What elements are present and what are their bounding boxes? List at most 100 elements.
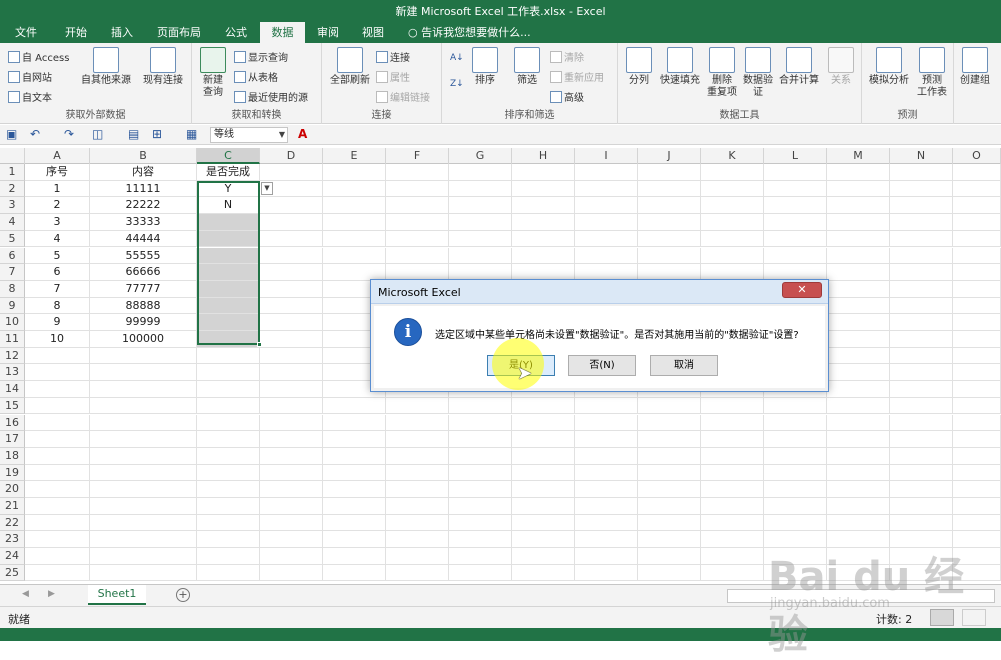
remove-duplicates-button[interactable]: 删除 重复项 [704,47,740,99]
cell[interactable] [953,397,1001,415]
column-header[interactable]: K [701,148,764,164]
cell[interactable] [386,197,449,215]
cell[interactable] [197,297,260,315]
what-if-analysis-button[interactable]: 模拟分析 [866,47,912,87]
cell[interactable] [701,180,764,198]
cell[interactable] [890,414,953,432]
sort-descending-icon[interactable]: Z↓ [450,79,464,89]
cell[interactable] [90,531,197,549]
cell[interactable] [701,514,764,532]
cell[interactable] [386,531,449,549]
cell[interactable] [512,414,575,432]
cell[interactable] [197,230,260,248]
cell[interactable] [764,447,827,465]
cell[interactable] [575,180,638,198]
cell[interactable] [764,498,827,515]
cell[interactable] [764,397,827,415]
cell[interactable] [323,164,386,181]
cell[interactable] [90,498,197,515]
cell[interactable] [260,280,323,298]
row-header[interactable]: 19 [0,464,25,482]
cell[interactable] [575,197,638,215]
cell[interactable] [197,514,260,532]
cell[interactable] [827,247,890,265]
column-header[interactable]: M [827,148,890,164]
cell[interactable] [323,230,386,248]
cell[interactable] [512,464,575,482]
cell[interactable] [386,230,449,248]
row-header[interactable]: 22 [0,514,25,532]
table-format-icon[interactable]: ▦ [186,127,197,141]
cell[interactable] [323,548,386,565]
cell[interactable] [25,431,90,448]
row-header[interactable]: 5 [0,230,25,248]
cell[interactable] [197,381,260,398]
cell[interactable] [953,498,1001,515]
cell[interactable] [512,514,575,532]
cell[interactable] [260,397,323,415]
cell[interactable]: N [197,197,260,215]
cell[interactable] [953,331,1001,348]
cell[interactable] [827,164,890,181]
borders-icon[interactable]: ⊞ [152,127,162,141]
cell[interactable] [512,447,575,465]
cell[interactable] [701,431,764,448]
cell[interactable] [638,230,701,248]
cell[interactable] [323,464,386,482]
row-header[interactable]: 13 [0,364,25,382]
cell[interactable] [197,280,260,298]
cell[interactable] [953,247,1001,265]
cell[interactable]: 2 [25,197,90,215]
column-header[interactable]: H [512,148,575,164]
cell[interactable] [386,498,449,515]
cell[interactable] [953,364,1001,382]
cell[interactable] [197,431,260,448]
row-header[interactable]: 25 [0,564,25,582]
row-header[interactable]: 23 [0,531,25,549]
cell[interactable] [260,297,323,315]
cell[interactable] [449,397,512,415]
cell[interactable] [260,431,323,448]
cell[interactable] [323,414,386,432]
cell[interactable]: 10 [25,331,90,348]
cell[interactable] [25,514,90,532]
cell[interactable] [701,548,764,565]
cell[interactable] [323,180,386,198]
cell[interactable] [512,548,575,565]
cell[interactable] [386,464,449,482]
column-header[interactable]: A [25,148,90,164]
cell[interactable] [323,197,386,215]
cell[interactable] [638,531,701,549]
cell[interactable] [827,514,890,532]
cell[interactable] [90,381,197,398]
cell[interactable] [638,514,701,532]
cell[interactable] [512,397,575,415]
row-header[interactable]: 15 [0,397,25,415]
from-other-sources-button[interactable]: 自其他来源 [78,47,134,87]
cell[interactable] [323,564,386,582]
cell[interactable] [90,414,197,432]
cell[interactable]: 4 [25,230,90,248]
cell[interactable] [764,197,827,215]
font-color-icon[interactable]: A [298,127,307,141]
cell[interactable] [953,280,1001,298]
cell[interactable] [575,414,638,432]
show-queries-button[interactable]: 显示查询 [234,49,288,64]
cell[interactable]: 99999 [90,314,197,331]
cell[interactable] [827,397,890,415]
connections-button[interactable]: 连接 [376,49,410,64]
cell[interactable] [449,214,512,231]
cell[interactable] [575,431,638,448]
cell[interactable] [512,247,575,265]
cell[interactable] [638,548,701,565]
cell[interactable] [575,531,638,549]
cell[interactable] [827,180,890,198]
refresh-all-button[interactable]: 全部刷新 [326,47,374,87]
column-header[interactable]: E [323,148,386,164]
sheet-tab-sheet1[interactable]: Sheet1 [88,585,146,605]
cell[interactable] [953,197,1001,215]
cell[interactable] [575,247,638,265]
cell[interactable]: 3 [25,214,90,231]
cell[interactable] [827,280,890,298]
cell[interactable] [764,481,827,498]
